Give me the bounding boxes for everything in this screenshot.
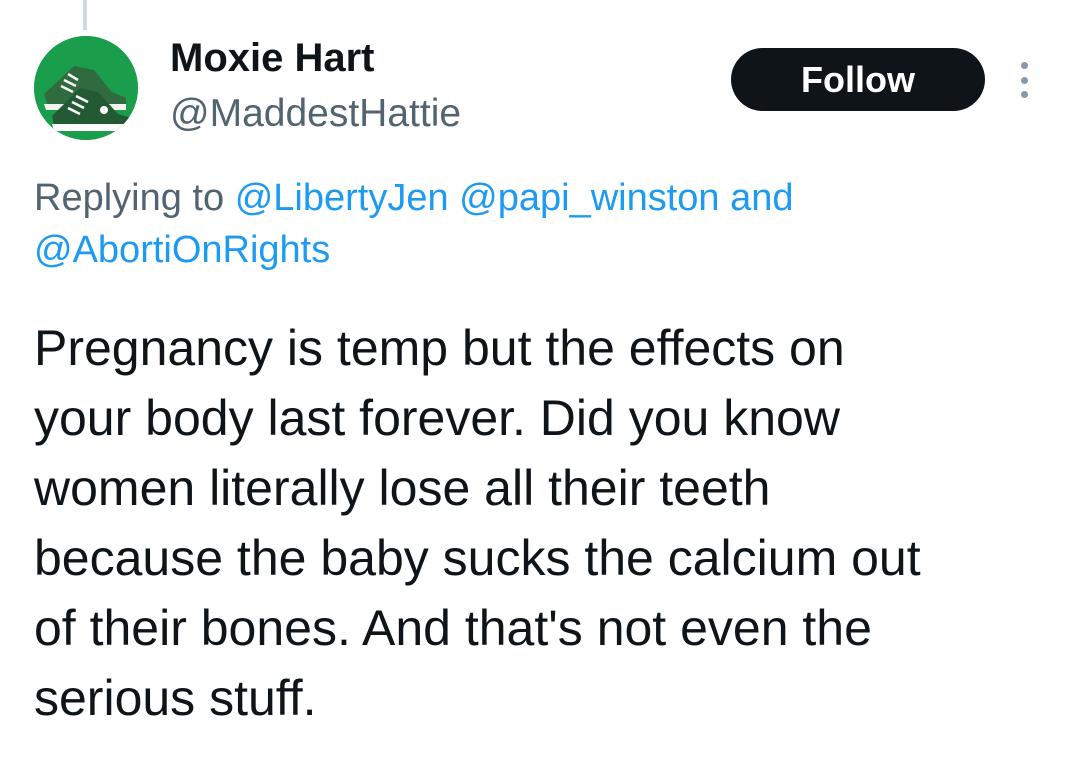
follow-button[interactable]: Follow: [731, 48, 985, 111]
avatar[interactable]: [34, 36, 138, 140]
tweet-line: serious stuff.: [34, 670, 317, 726]
mention-libertyjen[interactable]: @LibertyJen: [235, 177, 449, 219]
tweet-line: of their bones. And that's not even the: [34, 600, 872, 656]
author-handle[interactable]: @MaddestHattie: [170, 92, 461, 136]
mention-and-others[interactable]: and: [730, 177, 793, 219]
author-display-name[interactable]: Moxie Hart: [170, 36, 375, 81]
more-dot: [1020, 62, 1028, 69]
more-dot: [1020, 91, 1028, 98]
more-dot: [1020, 76, 1028, 84]
mention-papi-winston[interactable]: @papi_winston: [459, 177, 719, 219]
tweet-line: women literally lose all their teeth: [34, 460, 771, 516]
tweet-line: because the baby sucks the calcium out: [34, 530, 921, 586]
replying-to-label: Replying to: [34, 177, 225, 219]
mention-abortionrights[interactable]: @AbortiOnRights: [34, 229, 330, 271]
thread-connector-line: [83, 0, 87, 30]
sneakers-icon: [34, 36, 138, 140]
tweet-line: your body last forever. Did you know: [34, 390, 840, 446]
replying-to-context: Replying to @LibertyJen @papi_winston an…: [34, 172, 1044, 276]
tweet-body: Pregnancy is temp but the effects on you…: [34, 313, 1064, 733]
more-options-icon[interactable]: [1014, 62, 1034, 98]
tweet-line: Pregnancy is temp but the effects on: [34, 320, 845, 376]
